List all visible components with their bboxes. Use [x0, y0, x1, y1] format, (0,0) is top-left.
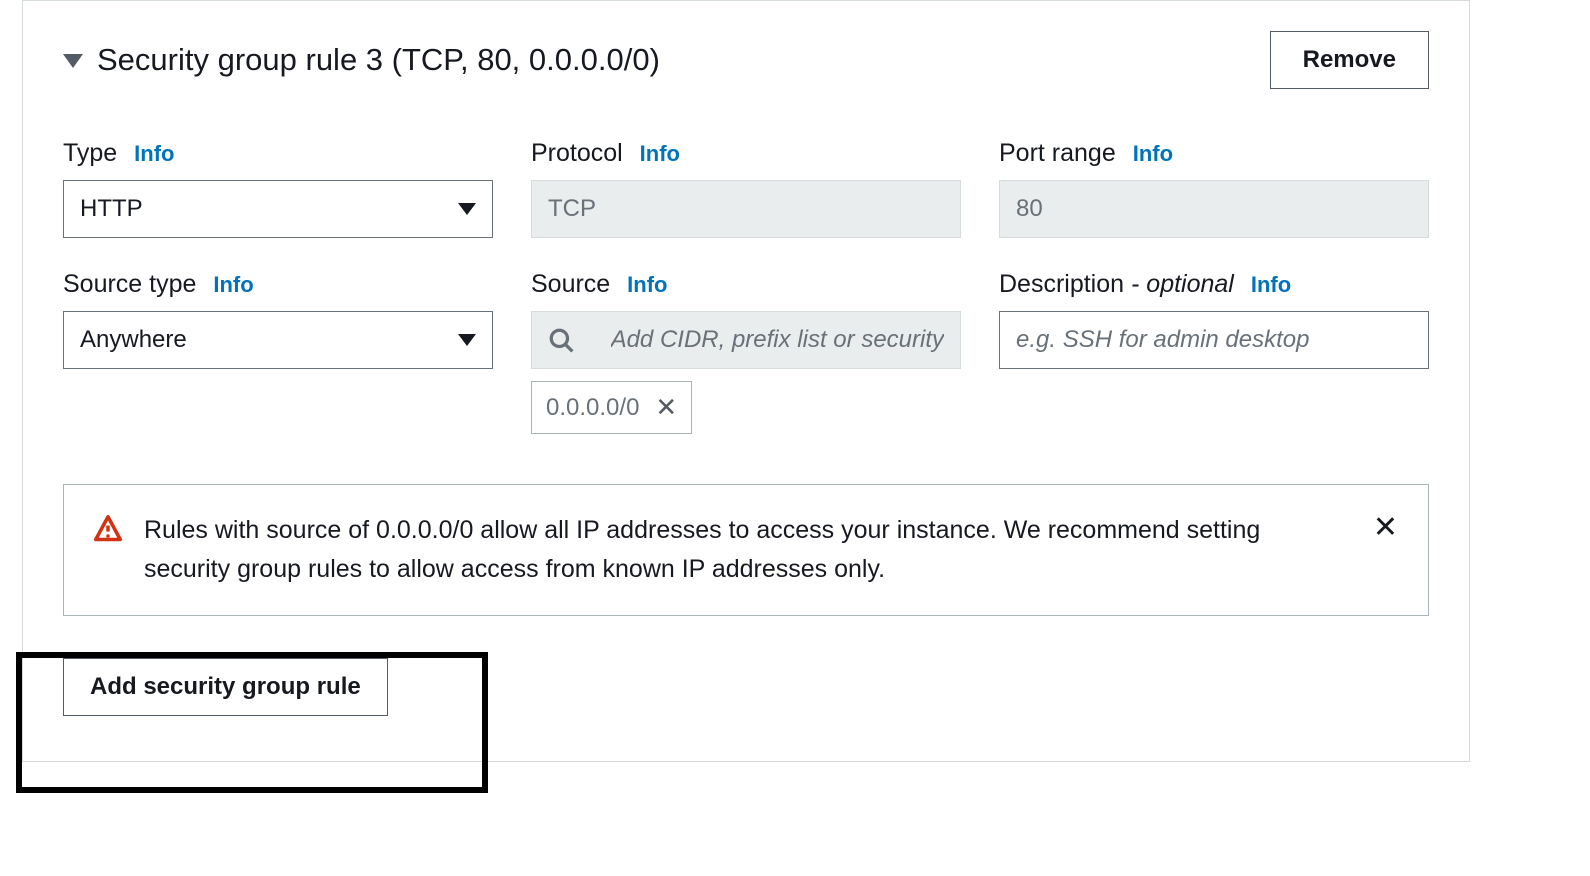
info-link-source[interactable]: Info [627, 272, 667, 297]
field-description: Description - optional Info [999, 270, 1429, 434]
label-source: Source Info [531, 270, 961, 299]
field-port-range: Port range Info 80 [999, 139, 1429, 238]
collapse-icon[interactable] [63, 54, 83, 68]
field-source: Source Info Add CIDR, prefix list or sec… [531, 270, 961, 434]
warning-alert: Rules with source of 0.0.0.0/0 allow all… [63, 484, 1429, 616]
chevron-down-icon [458, 203, 476, 215]
label-protocol: Protocol Info [531, 139, 961, 168]
source-type-select[interactable]: Anywhere [63, 311, 493, 369]
rule-title: Security group rule 3 (TCP, 80, 0.0.0.0/… [97, 42, 660, 78]
close-icon[interactable]: ✕ [1373, 513, 1398, 543]
label-protocol-text: Protocol [531, 139, 623, 167]
port-range-value: 80 [1016, 195, 1043, 223]
security-group-rule-panel: Security group rule 3 (TCP, 80, 0.0.0.0/… [22, 0, 1470, 762]
info-link-source-type[interactable]: Info [213, 272, 253, 297]
label-source-text: Source [531, 270, 610, 298]
label-port-range-text: Port range [999, 139, 1116, 167]
source-token: 0.0.0.0/0 ✕ [531, 381, 692, 434]
description-input[interactable] [999, 311, 1429, 369]
source-search-input[interactable]: Add CIDR, prefix list or security [531, 311, 961, 369]
label-optional: - optional [1131, 270, 1234, 298]
type-select[interactable]: HTTP [63, 180, 493, 238]
port-range-input: 80 [999, 180, 1429, 238]
field-type: Type Info HTTP [63, 139, 493, 238]
label-source-type: Source type Info [63, 270, 493, 299]
search-icon [548, 327, 574, 353]
source-column: Add CIDR, prefix list or security 0.0.0.… [531, 311, 961, 434]
source-token-text: 0.0.0.0/0 [546, 394, 639, 422]
warning-icon [94, 515, 122, 543]
remove-button[interactable]: Remove [1270, 31, 1429, 89]
add-security-group-rule-button[interactable]: Add security group rule [63, 658, 388, 716]
source-placeholder: Add CIDR, prefix list or security [611, 326, 944, 354]
field-source-type: Source type Info Anywhere [63, 270, 493, 434]
info-link-protocol[interactable]: Info [640, 141, 680, 166]
label-type: Type Info [63, 139, 493, 168]
source-type-value: Anywhere [80, 326, 187, 354]
protocol-value: TCP [548, 195, 596, 223]
label-type-text: Type [63, 139, 117, 167]
chevron-down-icon [458, 334, 476, 346]
label-description: Description - optional Info [999, 270, 1429, 299]
info-link-description[interactable]: Info [1251, 272, 1291, 297]
rule-header: Security group rule 3 (TCP, 80, 0.0.0.0/… [23, 1, 1469, 89]
rule-fields: Type Info HTTP Protocol Info TCP Port ra… [23, 89, 1469, 434]
label-description-text: Description [999, 270, 1124, 298]
rule-header-left: Security group rule 3 (TCP, 80, 0.0.0.0/… [63, 42, 660, 78]
label-source-type-text: Source type [63, 270, 196, 298]
field-protocol: Protocol Info TCP [531, 139, 961, 238]
type-select-value: HTTP [80, 195, 143, 223]
info-link-port-range[interactable]: Info [1133, 141, 1173, 166]
info-link-type[interactable]: Info [134, 141, 174, 166]
alert-text: Rules with source of 0.0.0.0/0 allow all… [144, 511, 1351, 589]
protocol-input: TCP [531, 180, 961, 238]
remove-token-icon[interactable]: ✕ [655, 392, 677, 423]
label-port-range: Port range Info [999, 139, 1429, 168]
